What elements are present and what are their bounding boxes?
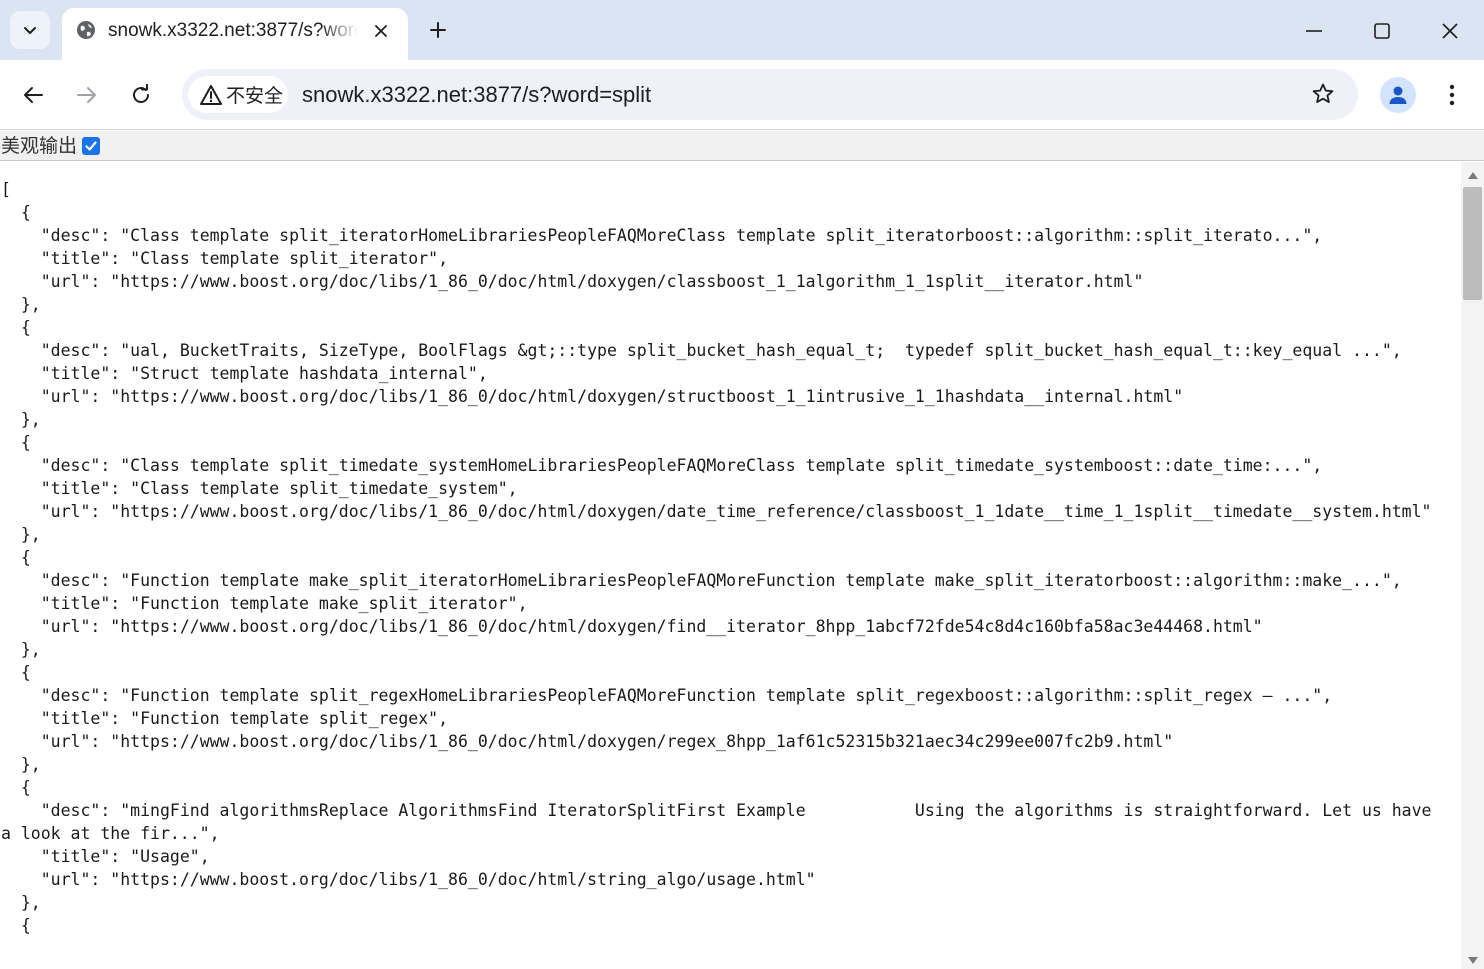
json-line: }, [1,410,41,429]
json-line: "desc": "Class template split_iteratorHo… [1,226,1323,245]
security-label: 不安全 [226,86,284,107]
json-line: [ [1,180,11,199]
profile-button[interactable] [1380,77,1416,113]
json-line: { [1,203,31,222]
json-line: "url": "https://www.boost.org/doc/libs/1… [1,870,816,889]
checkmark-icon [85,140,97,151]
url-path: :3877/s?word=split [467,82,652,107]
scroll-up-button[interactable] [1461,168,1484,182]
page-scrollbar[interactable] [1461,162,1484,969]
json-line: { [1,548,31,567]
json-line: "desc": "Class template split_timedate_s… [1,456,1323,475]
json-line: { [1,916,31,935]
warning-icon [200,84,222,105]
minimize-button[interactable] [1287,8,1341,54]
tab-close-button[interactable] [366,16,396,46]
scroll-thumb[interactable] [1463,187,1482,300]
output-controls: 美观输出 [0,131,1484,161]
reload-button[interactable] [121,75,161,115]
json-line: { [1,433,31,452]
json-line: "url": "https://www.boost.org/doc/libs/1… [1,272,1144,291]
browser-toolbar: 不安全 snowk.x3322.net:3877/s?word=split [0,60,1484,130]
star-icon [1312,83,1334,103]
json-line: "title": "Usage", [1,847,210,866]
url-text[interactable]: snowk.x3322.net:3877/s?word=split [302,82,651,108]
json-output: [ { "desc": "Class template split_iterat… [1,178,1441,937]
bookmark-button[interactable] [1308,79,1338,109]
browser-menu-button[interactable] [1436,77,1468,113]
minimize-icon [1306,30,1322,32]
tab-search-button[interactable] [10,11,50,49]
json-line: "title": "Function template make_split_i… [1,594,528,613]
json-line: { [1,318,31,337]
close-window-button[interactable] [1423,8,1477,54]
url-host: snowk.x3322.net [302,82,468,107]
plus-icon [430,22,446,38]
maximize-button[interactable] [1355,8,1409,54]
json-line: "url": "https://www.boost.org/doc/libs/1… [1,387,1184,406]
maximize-icon [1374,23,1390,39]
triangle-down-icon [1467,956,1478,964]
address-bar[interactable]: 不安全 snowk.x3322.net:3877/s?word=split [182,69,1358,120]
json-line: { [1,778,31,797]
json-line: }, [1,295,41,314]
close-icon [375,25,387,37]
triangle-up-icon [1467,171,1478,179]
arrow-left-icon [24,87,43,103]
json-line: "title": "Struct template hashdata_inter… [1,364,488,383]
json-line: }, [1,525,41,544]
back-button[interactable] [13,75,53,115]
json-line: "desc": "Function template make_split_it… [1,571,1402,590]
chevron-down-icon [24,27,36,34]
json-line: "title": "Class template split_iterator"… [1,249,449,268]
json-line: "desc": "ual, BucketTraits, SizeType, Bo… [1,341,1402,360]
active-tab[interactable]: snowk.x3322.net:3877/s?word=split [62,8,408,60]
pretty-output-checkbox[interactable] [82,136,101,155]
forward-button[interactable] [67,75,107,115]
new-tab-button[interactable] [422,14,454,46]
json-line: "url": "https://www.boost.org/doc/libs/1… [1,617,1263,636]
security-chip[interactable]: 不安全 [188,76,288,113]
json-line: "desc": "Function template split_regexHo… [1,686,1333,705]
globe-icon [77,21,95,39]
person-icon [1389,86,1407,104]
arrow-right-icon [77,87,96,103]
json-line: "title": "Class template split_timedate_… [1,479,518,498]
json-line: "url": "https://www.boost.org/doc/libs/1… [1,502,1432,521]
json-line: "title": "Function template split_regex"… [1,709,449,728]
pretty-output-label: 美观输出 [1,134,78,157]
json-line: }, [1,755,41,774]
tab-title: snowk.x3322.net:3877/s?word=split [108,20,358,41]
json-line: "desc": "mingFind algorithmsReplace Algo… [1,801,1442,843]
kebab-icon [1449,84,1455,106]
json-line: "url": "https://www.boost.org/doc/libs/1… [1,732,1174,751]
json-line: }, [1,893,41,912]
page-content: 美观输出 [ { "desc": "Class template split_i… [0,131,1484,969]
tab-strip: snowk.x3322.net:3877/s?word=split [0,0,1484,60]
reload-icon [133,84,149,103]
json-line: }, [1,640,41,659]
scroll-down-button[interactable] [1461,953,1484,967]
close-icon [1442,23,1458,39]
json-line: { [1,663,31,682]
